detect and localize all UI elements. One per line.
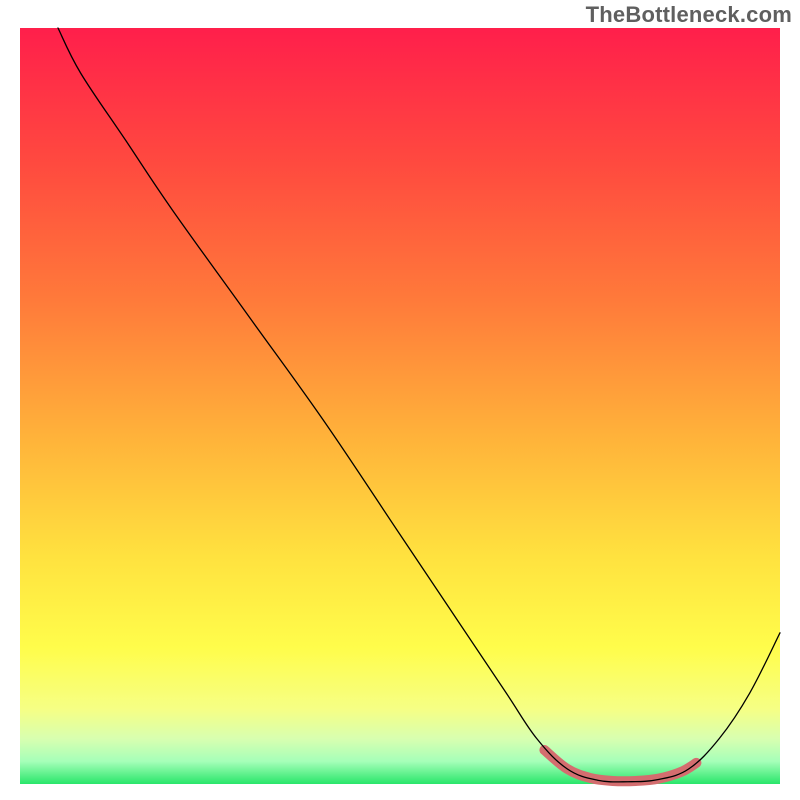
chart-container: TheBottleneck.com [0,0,800,800]
chart-background [20,28,780,784]
watermark-text: TheBottleneck.com [586,2,792,28]
bottleneck-chart [0,0,800,800]
